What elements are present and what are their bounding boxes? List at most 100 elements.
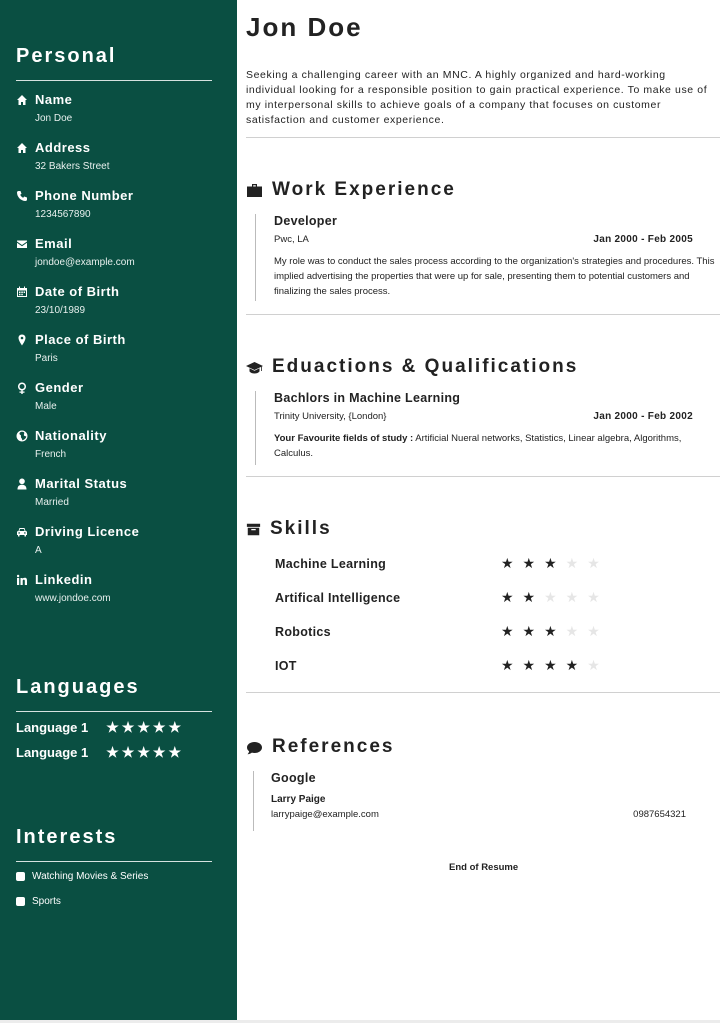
user-icon bbox=[16, 478, 28, 490]
reference-organization: Google bbox=[271, 771, 316, 785]
personal-item-marital: Marital Status Married bbox=[16, 476, 221, 508]
company-name: Pwc, LA bbox=[274, 234, 309, 245]
interests-section: Interests bbox=[16, 826, 212, 862]
skills-heading: Skills bbox=[246, 518, 332, 540]
language-item: Language 1 ★★★★★ bbox=[16, 744, 184, 761]
reference-email: larrypaige@example.com bbox=[271, 809, 379, 820]
personal-item-licence: Driving Licence A bbox=[16, 524, 221, 556]
skill-row: Robotics ★★★★★ bbox=[275, 623, 655, 640]
language-rating-stars: ★★★★★ bbox=[106, 744, 185, 760]
divider bbox=[246, 314, 720, 315]
personal-item-value: French bbox=[35, 449, 67, 460]
divider bbox=[246, 476, 720, 477]
personal-item-label: Name bbox=[35, 92, 73, 107]
institution-name: Trinity University, {London} bbox=[274, 411, 387, 422]
reference-entry: Google Larry Paige larrypaige@example.co… bbox=[253, 771, 711, 831]
languages-section: Languages bbox=[16, 676, 212, 712]
home-icon bbox=[16, 94, 28, 106]
phone-icon bbox=[16, 190, 28, 202]
divider bbox=[16, 80, 212, 81]
personal-item-phone: Phone Number 1234567890 bbox=[16, 188, 221, 220]
personal-item-gender: Gender Male bbox=[16, 380, 221, 412]
section-title: References bbox=[272, 736, 395, 757]
personal-item-nationality: Nationality French bbox=[16, 428, 221, 460]
genderless-icon bbox=[16, 382, 28, 394]
personal-item-value: Jon Doe bbox=[35, 113, 73, 124]
personal-item-label: Email bbox=[35, 236, 73, 251]
personal-item-value: Paris bbox=[35, 353, 58, 364]
personal-item-name: Name Jon Doe bbox=[16, 92, 221, 124]
reference-person: Larry Paige bbox=[271, 794, 326, 805]
skill-rating-stars: ★★★★★ bbox=[501, 555, 609, 571]
personal-item-value: 23/10/1989 bbox=[35, 305, 86, 316]
personal-item-label: Address bbox=[35, 140, 91, 155]
section-title: Skills bbox=[270, 518, 332, 539]
education-entry: Bachlors in Machine Learning Trinity Uni… bbox=[255, 391, 719, 465]
personal-item-label: Phone Number bbox=[35, 188, 134, 203]
resume-page: Personal Name Jon Doe Address 32 Bakers … bbox=[0, 0, 720, 1020]
language-item: Language 1 ★★★★★ bbox=[16, 719, 184, 736]
end-of-resume: End of Resume bbox=[449, 862, 519, 873]
job-dates: Jan 2000 - Feb 2005 bbox=[593, 234, 693, 245]
divider bbox=[16, 711, 212, 712]
skill-rating-stars: ★★★★★ bbox=[501, 623, 609, 639]
map-marker-icon bbox=[16, 334, 28, 346]
language-rating-stars: ★★★★★ bbox=[106, 719, 185, 735]
fields-label: Your Favourite fields of study : bbox=[274, 433, 414, 444]
interest-label: Sports bbox=[32, 896, 61, 907]
divider bbox=[246, 137, 720, 138]
envelope-icon bbox=[16, 238, 28, 250]
skill-row: IOT ★★★★★ bbox=[275, 657, 655, 674]
personal-item-label: Nationality bbox=[35, 428, 107, 443]
reference-phone: 0987654321 bbox=[633, 809, 686, 820]
education-meta: Trinity University, {London} Jan 2000 - … bbox=[274, 411, 719, 422]
calendar-icon bbox=[16, 286, 28, 298]
degree-title: Bachlors in Machine Learning bbox=[274, 391, 461, 405]
work-entry: Developer Pwc, LA Jan 2000 - Feb 2005 My… bbox=[255, 214, 719, 301]
personal-item-address: Address 32 Bakers Street bbox=[16, 140, 221, 172]
work-experience-heading: Work Experience bbox=[246, 179, 456, 201]
skill-row: Artifical Intelligence ★★★★★ bbox=[275, 589, 655, 606]
interest-item: Watching Movies & Series bbox=[16, 871, 148, 882]
sidebar: Personal Name Jon Doe Address 32 Bakers … bbox=[0, 0, 237, 1020]
archive-icon bbox=[246, 523, 261, 535]
graduation-cap-icon bbox=[246, 361, 263, 373]
skill-name: Robotics bbox=[275, 624, 331, 639]
briefcase-icon bbox=[247, 183, 262, 197]
resume-name: Jon Doe bbox=[246, 12, 363, 42]
job-title: Developer bbox=[274, 214, 338, 228]
personal-item-label: Linkedin bbox=[35, 572, 93, 587]
personal-item-value: 1234567890 bbox=[35, 209, 91, 220]
interest-label: Watching Movies & Series bbox=[32, 871, 149, 882]
personal-item-dob: Date of Birth 23/10/1989 bbox=[16, 284, 221, 316]
job-description: My role was to conduct the sales process… bbox=[274, 256, 715, 297]
languages-heading: Languages bbox=[16, 676, 140, 698]
personal-item-label: Driving Licence bbox=[35, 524, 140, 539]
personal-item-value: www.jondoe.com bbox=[35, 593, 111, 604]
references-heading: References bbox=[246, 736, 394, 758]
home-icon bbox=[16, 142, 28, 154]
square-bullet-icon bbox=[16, 897, 25, 906]
skill-rating-stars: ★★★★★ bbox=[501, 657, 609, 673]
personal-item-value: jondoe@example.com bbox=[35, 257, 135, 268]
reference-contact: larrypaige@example.com 0987654321 bbox=[271, 809, 711, 820]
divider bbox=[246, 692, 720, 693]
language-name: Language 1 bbox=[16, 720, 89, 735]
personal-item-value: 32 Bakers Street bbox=[35, 161, 110, 172]
car-icon bbox=[16, 526, 28, 538]
summary-text: Seeking a challenging career with an MNC… bbox=[246, 69, 708, 126]
personal-item-label: Marital Status bbox=[35, 476, 128, 491]
personal-item-pob: Place of Birth Paris bbox=[16, 332, 221, 364]
comment-icon bbox=[247, 741, 262, 754]
skill-name: Machine Learning bbox=[275, 556, 387, 571]
education-dates: Jan 2000 - Feb 2002 bbox=[593, 411, 693, 422]
fields-of-study: Your Favourite fields of study : Artific… bbox=[274, 431, 719, 461]
section-title: Eduactions & Qualifications bbox=[272, 356, 579, 377]
section-title: Work Experience bbox=[272, 179, 456, 200]
skill-row: Machine Learning ★★★★★ bbox=[275, 555, 655, 572]
skill-name: Artifical Intelligence bbox=[275, 590, 401, 605]
divider bbox=[16, 861, 212, 862]
job-meta: Pwc, LA Jan 2000 - Feb 2005 bbox=[274, 234, 719, 245]
linkedin-icon bbox=[16, 574, 28, 586]
language-name: Language 1 bbox=[16, 745, 89, 760]
